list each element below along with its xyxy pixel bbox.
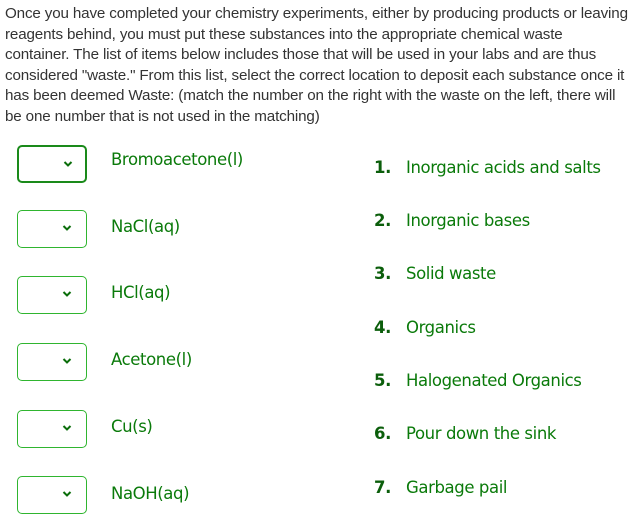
disposal-option: 5. Halogenated Organics	[374, 371, 582, 390]
disposal-option: 3. Solid waste	[374, 264, 496, 283]
disposal-option: 6. Pour down the sink	[374, 424, 556, 443]
option-label: Garbage pail	[406, 478, 508, 497]
answer-dropdown-acetone[interactable]	[17, 343, 87, 381]
waste-item-label: NaCl(aq)	[111, 217, 180, 236]
option-number: 1.	[374, 158, 391, 177]
waste-item-label: HCl(aq)	[111, 283, 171, 302]
option-label: Halogenated Organics	[406, 371, 582, 390]
chevron-down-icon	[62, 225, 72, 231]
option-number: 3.	[374, 264, 391, 283]
answer-dropdown-nacl[interactable]	[17, 210, 87, 248]
option-label: Inorganic acids and salts	[406, 158, 601, 177]
disposal-option: 2. Inorganic bases	[374, 211, 530, 230]
disposal-option: 7. Garbage pail	[374, 478, 507, 497]
matching-question: Bromoacetone(l) NaCl(aq) HCl(aq) Acetone…	[0, 0, 631, 524]
option-label: Solid waste	[406, 264, 496, 283]
chevron-down-icon	[63, 161, 73, 167]
option-number: 5.	[374, 371, 391, 390]
chevron-down-icon	[62, 491, 72, 497]
option-number: 2.	[374, 211, 391, 230]
disposal-option: 1. Inorganic acids and salts	[374, 158, 601, 177]
disposal-option: 4. Organics	[374, 318, 476, 337]
answer-dropdown-bromoacetone[interactable]	[17, 145, 87, 183]
option-label: Inorganic bases	[406, 211, 530, 230]
chevron-down-icon	[62, 425, 72, 431]
waste-item-label: Acetone(l)	[111, 350, 192, 369]
option-number: 7.	[374, 478, 391, 497]
option-label: Pour down the sink	[406, 424, 557, 443]
answer-dropdown-naoh[interactable]	[17, 476, 87, 514]
option-number: 4.	[374, 318, 391, 337]
answer-dropdown-hcl[interactable]	[17, 276, 87, 314]
waste-item-label: Cu(s)	[111, 417, 153, 436]
answer-dropdown-cu[interactable]	[17, 410, 87, 448]
waste-item-label: Bromoacetone(l)	[111, 150, 243, 169]
chevron-down-icon	[62, 291, 72, 297]
option-label: Organics	[406, 318, 476, 337]
chevron-down-icon	[62, 358, 72, 364]
option-number: 6.	[374, 424, 391, 443]
waste-item-label: NaOH(aq)	[111, 484, 190, 503]
